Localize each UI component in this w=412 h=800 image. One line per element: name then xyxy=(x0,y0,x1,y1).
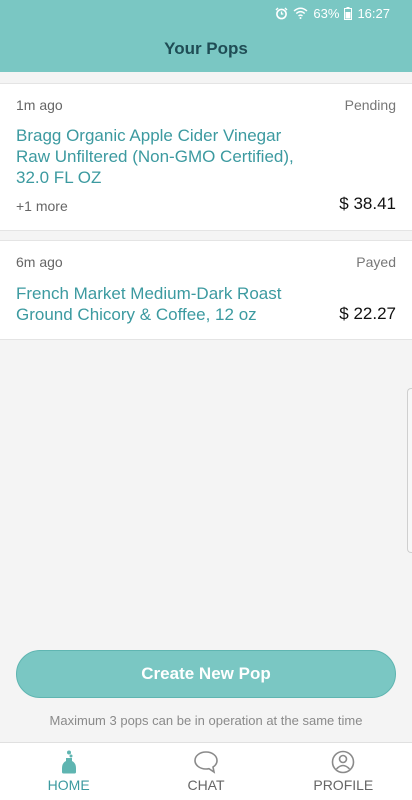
pop-product-name[interactable]: French Market Medium-Dark Roast Ground C… xyxy=(16,283,316,325)
edge-panel-handle[interactable] xyxy=(407,388,412,553)
status-bar: 63% 16:27 xyxy=(275,5,390,21)
battery-percent: 63% xyxy=(313,5,340,21)
create-new-pop-button[interactable]: Create New Pop xyxy=(16,650,396,698)
tab-home[interactable]: HOME xyxy=(0,743,137,800)
bottom-tab-bar: HOME CHAT PROFILE xyxy=(0,742,412,800)
pop-more-items: +1 more xyxy=(16,198,68,214)
clock-time: 16:27 xyxy=(357,5,390,21)
pop-card[interactable]: 6m ago Payed French Market Medium-Dark R… xyxy=(0,240,412,340)
tab-label: PROFILE xyxy=(313,777,374,793)
pop-card[interactable]: 1m ago Pending Bragg Organic Apple Cider… xyxy=(0,83,412,231)
page-title: Your Pops xyxy=(164,39,248,58)
pop-limit-note: Maximum 3 pops can be in operation at th… xyxy=(49,713,363,728)
wifi-icon xyxy=(293,7,308,19)
pop-price: $ 22.27 xyxy=(339,304,396,323)
pop-time-ago: 6m ago xyxy=(16,254,63,270)
app-header: 63% 16:27 Your Pops xyxy=(0,0,412,72)
tab-chat[interactable]: CHAT xyxy=(137,743,274,800)
pop-price: $ 38.41 xyxy=(339,194,396,213)
pop-time-ago: 1m ago xyxy=(16,97,63,113)
pop-product-name[interactable]: Bragg Organic Apple Cider Vinegar Raw Un… xyxy=(16,125,316,188)
tab-profile[interactable]: PROFILE xyxy=(275,743,412,800)
tab-label: CHAT xyxy=(187,777,225,793)
tab-label: HOME xyxy=(47,777,90,793)
pop-status: Payed xyxy=(356,254,396,270)
battery-icon xyxy=(344,6,353,20)
pop-bottle-icon xyxy=(60,750,78,774)
chat-bubble-icon xyxy=(193,750,219,774)
alarm-icon xyxy=(275,7,288,20)
user-circle-icon xyxy=(331,750,355,774)
pop-status: Pending xyxy=(344,97,396,113)
